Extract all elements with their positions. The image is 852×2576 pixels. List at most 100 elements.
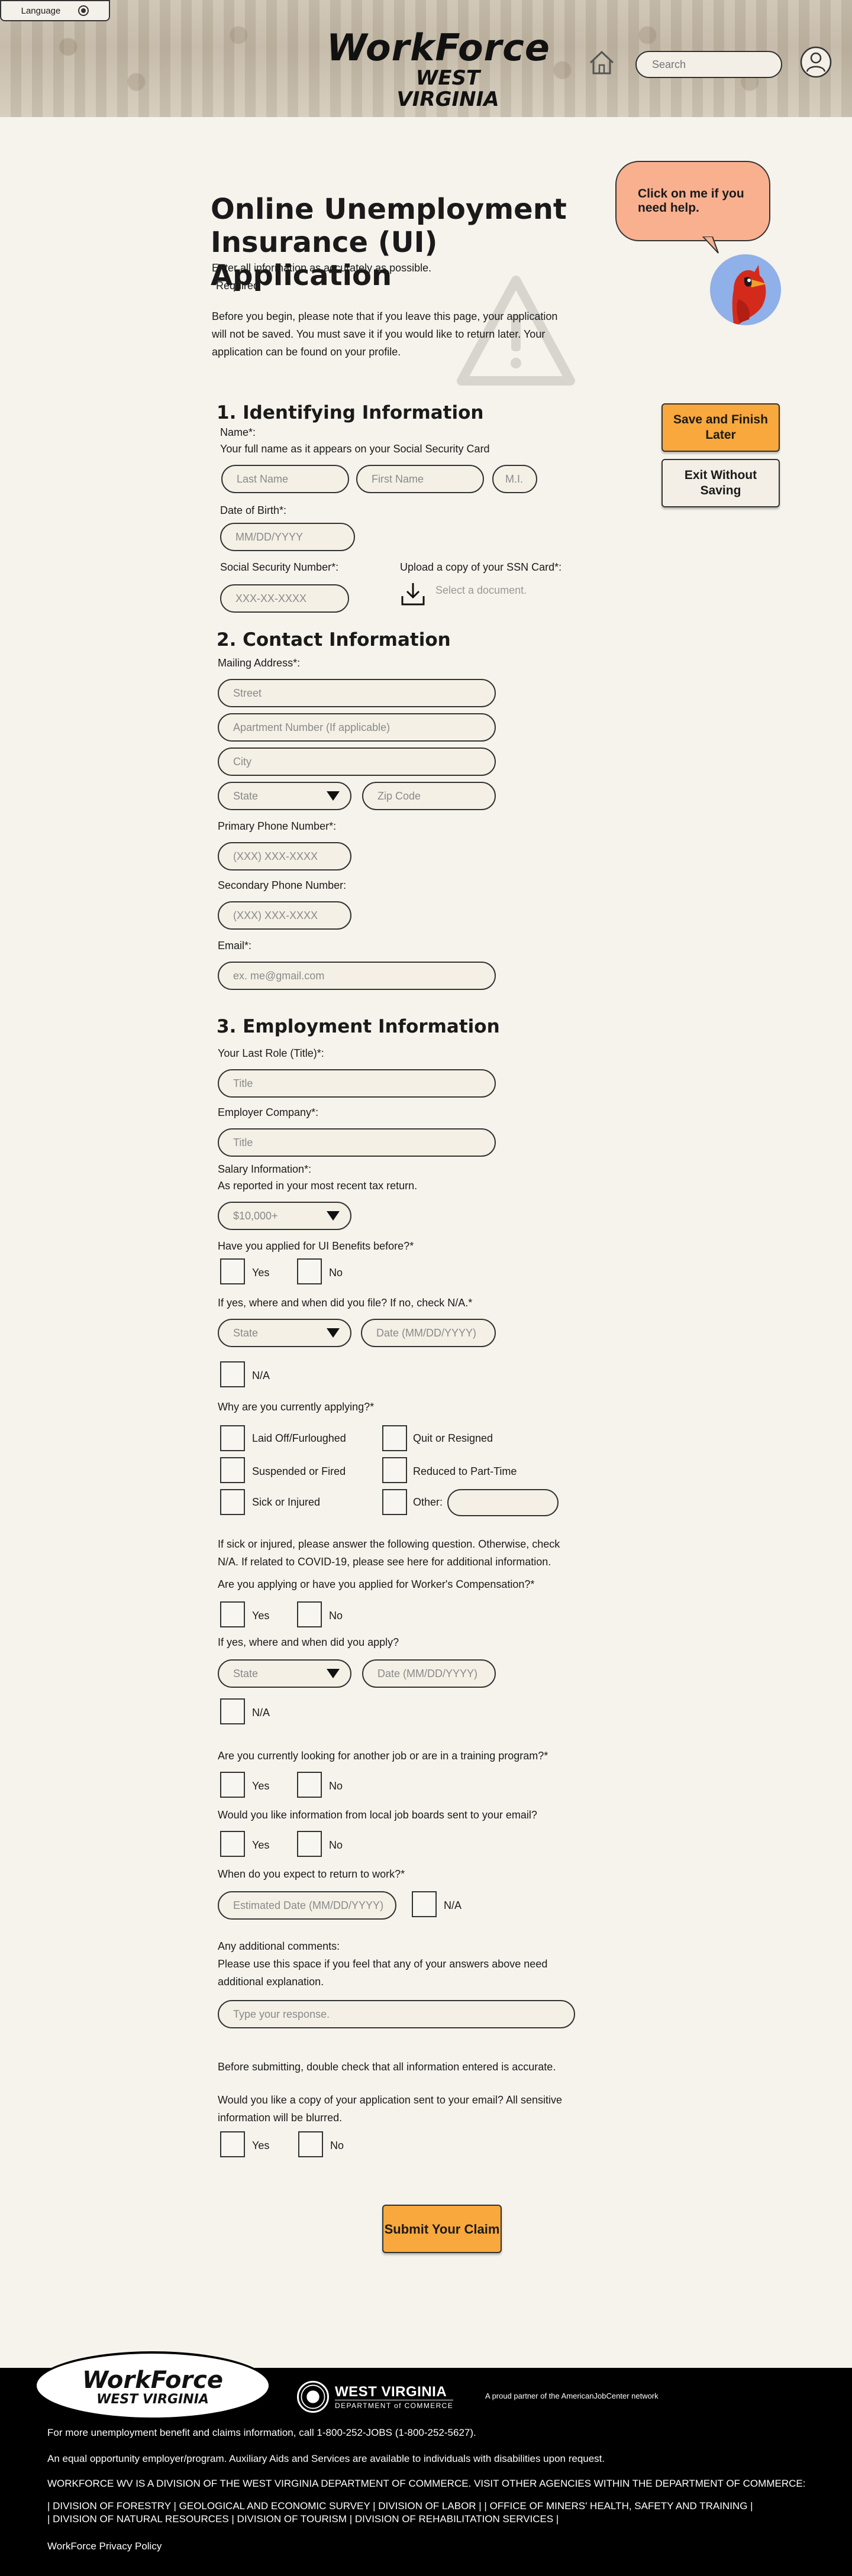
dob-label: Date of Birth*:: [220, 504, 287, 516]
sick-checkbox[interactable]: [220, 1489, 245, 1515]
copy-yes-checkbox[interactable]: [220, 2131, 245, 2157]
role-title-field[interactable]: [218, 1069, 496, 1098]
search-input[interactable]: [652, 58, 789, 71]
last-name-input[interactable]: [237, 473, 348, 486]
footer-agency-links-2[interactable]: | DIVISION OF NATURAL RESOURCES | DIVISI…: [47, 2512, 559, 2526]
apartment-field[interactable]: [218, 713, 496, 742]
secondary-phone-input[interactable]: [233, 909, 350, 922]
city-field[interactable]: [218, 747, 496, 776]
select-document-link[interactable]: Select a document.: [435, 584, 527, 597]
privacy-policy-link[interactable]: WorkForce Privacy Policy: [47, 2539, 162, 2554]
ssn-upload-label: Upload a copy of your SSN Card*:: [400, 561, 562, 573]
comp-date-field[interactable]: [362, 1659, 496, 1688]
first-name-field[interactable]: [356, 465, 484, 493]
ssn-field[interactable]: [220, 584, 349, 613]
filed-date-input[interactable]: [376, 1326, 495, 1339]
filed-na-checkbox[interactable]: [220, 1361, 245, 1387]
user-profile-icon[interactable]: [800, 46, 832, 78]
before-you-begin-note: Before you begin, please note that if yo…: [212, 310, 558, 358]
primary-phone-input[interactable]: [233, 850, 350, 863]
submit-claim-button[interactable]: Submit Your Claim: [382, 2205, 502, 2253]
language-label: Language: [21, 5, 61, 16]
other-checkbox[interactable]: [382, 1489, 407, 1515]
return-to-work-question: When do you expect to return to work?*: [218, 1868, 405, 1880]
language-toggle-icon: [78, 5, 89, 16]
street-field[interactable]: [218, 679, 496, 707]
filed-date-field[interactable]: [361, 1319, 496, 1347]
primary-phone-field[interactable]: [218, 842, 351, 870]
section-employment-heading: 3. Employment Information: [217, 1016, 500, 1037]
comments-field[interactable]: [218, 2000, 575, 2028]
quit-checkbox[interactable]: [382, 1425, 407, 1451]
comp-na-label: N/A: [252, 1707, 270, 1719]
comp-no-label: No: [329, 1610, 343, 1622]
cardinal-mascot-icon[interactable]: [710, 254, 781, 325]
street-input[interactable]: [233, 687, 495, 700]
salary-select[interactable]: $10,000+: [218, 1202, 351, 1230]
state-select[interactable]: State: [218, 782, 351, 810]
email-copy-question: Would you like a copy of your applicatio…: [218, 2094, 562, 2124]
speech-bubble-tail: [702, 237, 719, 254]
middle-initial-input[interactable]: [505, 473, 536, 486]
looking-no-checkbox[interactable]: [297, 1772, 322, 1798]
american-job-center-badge: A proud partner of the AmericanJobCenter…: [485, 2391, 659, 2400]
download-upload-icon[interactable]: [400, 581, 426, 607]
copy-yes-label: Yes: [252, 2140, 270, 2151]
laid-off-label: Laid Off/Furloughed: [252, 1432, 346, 1444]
last-name-field[interactable]: [221, 465, 349, 493]
apartment-input[interactable]: [233, 721, 495, 734]
employer-input[interactable]: [233, 1136, 495, 1149]
laid-off-checkbox[interactable]: [220, 1425, 245, 1451]
save-and-finish-later-button[interactable]: Save and Finish Later: [661, 403, 780, 452]
job-boards-question: Would you like information from local jo…: [218, 1809, 537, 1821]
looking-yes-checkbox[interactable]: [220, 1772, 245, 1798]
looking-no-label: No: [329, 1780, 343, 1792]
language-selector[interactable]: Language: [0, 0, 110, 21]
ssn-input[interactable]: [235, 592, 348, 605]
footer-workforce-logo[interactable]: WorkForce WEST VIRGINIA: [34, 2351, 271, 2420]
return-date-field[interactable]: [218, 1891, 396, 1920]
comp-na-checkbox[interactable]: [220, 1698, 245, 1724]
filed-question: If yes, where and when did you file? If …: [218, 1297, 473, 1309]
boards-yes-checkbox[interactable]: [220, 1831, 245, 1857]
return-date-input[interactable]: [233, 1899, 395, 1912]
copy-no-checkbox[interactable]: [298, 2131, 323, 2157]
email-input[interactable]: [233, 969, 495, 982]
dob-field[interactable]: [220, 523, 355, 551]
footer-agency-links-1[interactable]: | DIVISION OF FORESTRY | GEOLOGICAL AND …: [47, 2499, 753, 2513]
comp-state-value: State: [233, 1667, 259, 1679]
reduced-checkbox[interactable]: [382, 1457, 407, 1483]
middle-initial-field[interactable]: [492, 465, 537, 493]
home-icon[interactable]: [588, 50, 615, 76]
footer-logo-workforce: WorkForce: [82, 2367, 223, 2394]
comp-no-checkbox[interactable]: [297, 1601, 322, 1627]
other-reason-field[interactable]: [447, 1489, 559, 1516]
boards-no-checkbox[interactable]: [297, 1831, 322, 1857]
zip-input[interactable]: [377, 789, 495, 802]
zip-field[interactable]: [362, 782, 496, 810]
chevron-down-icon: [327, 791, 340, 801]
search-bar[interactable]: [635, 51, 789, 78]
role-title-input[interactable]: [233, 1077, 495, 1090]
other-reason-input[interactable]: [463, 1496, 557, 1509]
workforce-logo[interactable]: WorkForce WEST VIRGINIA: [327, 28, 550, 111]
ui-before-yes-checkbox[interactable]: [220, 1258, 245, 1284]
exit-without-saving-button[interactable]: Exit Without Saving: [661, 459, 780, 507]
filed-state-select[interactable]: State: [218, 1319, 351, 1347]
logo-west-virginia-text: WEST VIRGINIA: [396, 66, 499, 111]
comp-date-input[interactable]: [377, 1667, 495, 1680]
comments-input[interactable]: [233, 2008, 574, 2021]
help-speech-bubble[interactable]: Click on me if you need help.: [615, 161, 770, 241]
employer-field[interactable]: [218, 1128, 496, 1157]
secondary-phone-field[interactable]: [218, 901, 351, 930]
first-name-input[interactable]: [372, 473, 483, 486]
city-input[interactable]: [233, 755, 495, 768]
comp-state-select[interactable]: State: [218, 1659, 351, 1688]
dob-input[interactable]: [235, 530, 354, 543]
ui-before-no-checkbox[interactable]: [297, 1258, 322, 1284]
comp-yes-checkbox[interactable]: [220, 1601, 245, 1627]
filed-state-value: State: [233, 1326, 259, 1339]
email-field[interactable]: [218, 962, 496, 990]
suspended-checkbox[interactable]: [220, 1457, 245, 1483]
return-na-checkbox[interactable]: [412, 1891, 437, 1917]
